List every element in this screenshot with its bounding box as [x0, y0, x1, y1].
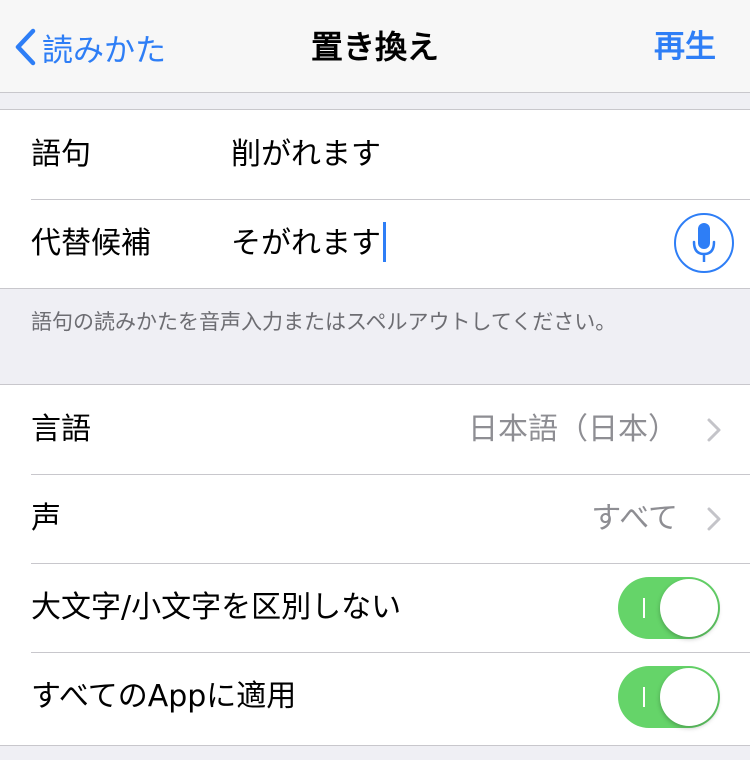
all-apps-label: すべてのAppに適用: [31, 679, 297, 714]
toggle-on-indicator: [643, 687, 645, 707]
language-label: 言語: [31, 412, 91, 447]
phrase-group: 語句 削がれます 代替候補 そがれます: [0, 109, 750, 289]
ignore-case-toggle[interactable]: [618, 577, 720, 639]
alternative-row[interactable]: 代替候補 そがれます: [0, 199, 750, 288]
phrase-row[interactable]: 語句 削がれます: [0, 110, 750, 199]
phrase-field[interactable]: 削がれます: [231, 110, 381, 199]
navigation-bar: 読みかた 置き換え 再生: [0, 0, 750, 93]
language-value: 日本語（日本）: [468, 412, 678, 447]
ignore-case-label: 大文字/小文字を区別しない: [31, 590, 402, 625]
toggle-knob: [660, 668, 718, 726]
page-title: 置き換え: [310, 28, 439, 66]
settings-group: 言語 日本語（日本） 声 すべて 大文字/小文字を区別しない すべてのAppに適…: [0, 384, 750, 746]
toggle-knob: [660, 579, 718, 637]
dictation-button[interactable]: [674, 213, 734, 273]
play-button[interactable]: 再生: [654, 22, 716, 72]
voice-value: すべて: [591, 501, 678, 536]
text-cursor: [383, 221, 386, 262]
ignore-case-row: 大文字/小文字を区別しない: [0, 563, 750, 652]
toggle-on-indicator: [643, 598, 645, 618]
all-apps-row: すべてのAppに適用: [0, 652, 750, 741]
language-row[interactable]: 言語 日本語（日本）: [0, 385, 750, 474]
all-apps-toggle[interactable]: [618, 666, 720, 728]
phrase-hint: 語句の読みかたを音声入力またはスペルアウトしてください。: [31, 310, 617, 334]
voice-row[interactable]: 声 すべて: [0, 474, 750, 563]
chevron-right-icon: [707, 418, 721, 442]
alternative-field-text: そがれます: [231, 226, 381, 261]
phrase-label: 語句: [31, 137, 91, 172]
microphone-icon: [692, 223, 716, 262]
voice-label: 声: [31, 501, 61, 536]
alternative-field[interactable]: そがれます: [231, 199, 386, 288]
chevron-right-icon: [707, 507, 721, 531]
alternative-label: 代替候補: [31, 226, 151, 261]
